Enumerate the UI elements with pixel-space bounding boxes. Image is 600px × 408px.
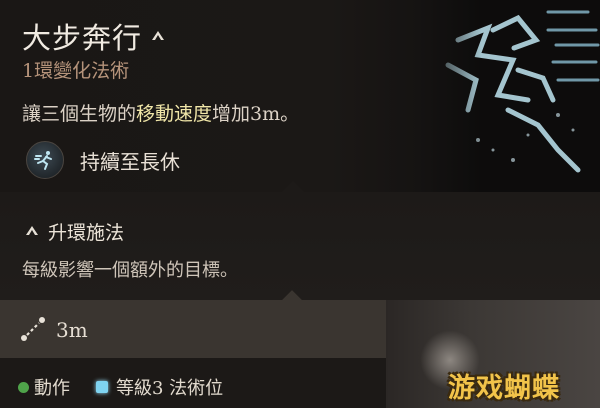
upcast-heading: 升環施法 — [48, 221, 125, 244]
upcast-heading-row: 升環施法 — [24, 218, 124, 244]
range-value: 3m — [56, 318, 88, 342]
action-cost: 動作 — [18, 374, 70, 400]
spell-slot-label: 等級3 法術位 — [116, 378, 224, 399]
spell-art-icon — [418, 0, 600, 192]
spell-level-school: 1環變化法術 — [22, 60, 130, 82]
upcast-description: 每級影響一個額外的目標。 — [22, 260, 238, 281]
upcast-panel — [0, 192, 600, 300]
watermark: 游戏蝴蝶 — [448, 373, 560, 404]
running-figure-icon — [26, 141, 64, 179]
duration-label: 持續至長休 — [80, 149, 180, 174]
description-highlight[interactable]: 移動速度 — [136, 103, 212, 125]
upcast-chevron-icon — [24, 223, 40, 239]
range-dashed-line-icon — [20, 316, 46, 342]
duration-row: 持續至長休 — [26, 140, 180, 180]
spell-title-row: 大步奔行 — [22, 16, 166, 56]
upcast-chevron-icon — [150, 28, 166, 44]
spell-slot-icon — [96, 381, 108, 393]
spell-tooltip: 大步奔行 1環變化法術 讓三個生物的移動速度增加3m。 持續至長休 升環施法 每… — [0, 0, 600, 408]
description-suffix: 增加3m。 — [212, 103, 300, 125]
action-dot-icon — [18, 381, 29, 393]
action-cost-label: 動作 — [34, 378, 70, 399]
spell-header-panel: 大步奔行 1環變化法術 讓三個生物的移動速度增加3m。 持續至長休 — [0, 0, 600, 192]
spell-slot-cost: 等級3 法術位 — [96, 374, 223, 400]
spell-title: 大步奔行 — [22, 21, 143, 55]
description-prefix: 讓三個生物的 — [22, 103, 137, 125]
spell-description: 讓三個生物的移動速度增加3m。 — [22, 99, 299, 126]
